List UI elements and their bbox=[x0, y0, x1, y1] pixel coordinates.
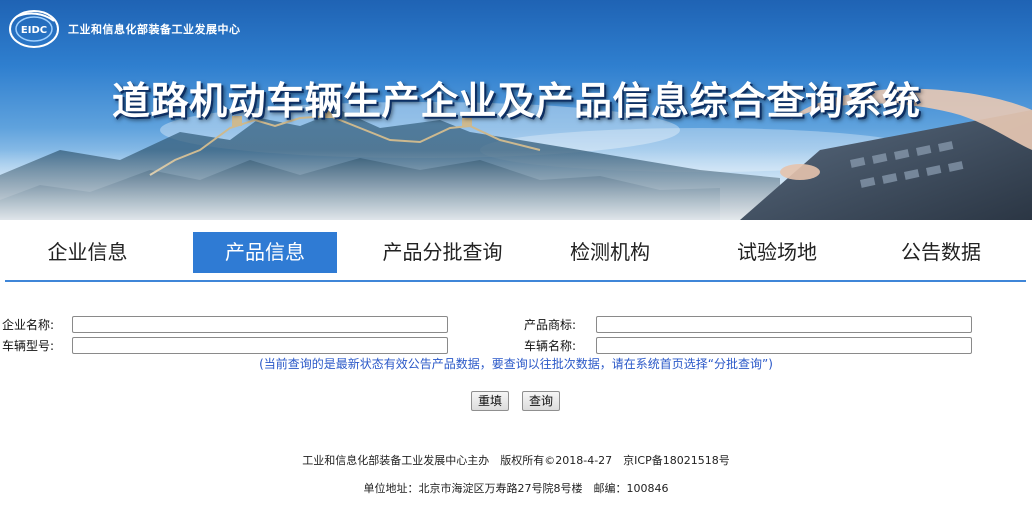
company-name-input[interactable] bbox=[72, 316, 448, 333]
page-title: 道路机动车辆生产企业及产品信息综合查询系统 bbox=[112, 79, 921, 123]
brand-label: 产品商标: bbox=[524, 318, 577, 332]
vehicle-name-input[interactable] bbox=[596, 337, 972, 354]
vehicle-name-label: 车辆名称: bbox=[524, 339, 577, 353]
logo-group: EIDC 工业和信息化部装备工业发展中心 bbox=[8, 9, 241, 49]
header-banner: EIDC 工业和信息化部装备工业发展中心 道路机动车辆生产企业及产品信息综合查询… bbox=[0, 0, 1032, 220]
nav-tab-announcement-data[interactable]: 公告数据 bbox=[876, 232, 1006, 272]
vehicle-model-input[interactable] bbox=[72, 337, 448, 354]
main-nav: 企业信息 产品信息 产品分批查询 检测机构 试验场地 公告数据 bbox=[0, 229, 1032, 275]
nav-tab-test-sites[interactable]: 试验场地 bbox=[712, 232, 842, 272]
nav-tab-product-info[interactable]: 产品信息 bbox=[193, 232, 337, 273]
vehicle-model-label: 车辆型号: bbox=[2, 339, 55, 353]
footer-copyright: 工业和信息化部装备工业发展中心主办 版权所有©2018-4-27 京ICP备18… bbox=[302, 454, 730, 467]
reset-button[interactable]: 重填 bbox=[471, 391, 510, 411]
search-button[interactable]: 查询 bbox=[522, 391, 561, 411]
nav-tab-company-info[interactable]: 企业信息 bbox=[20, 232, 155, 272]
nav-tab-test-institutions[interactable]: 检测机构 bbox=[545, 232, 675, 272]
org-name: 工业和信息化部装备工业发展中心 bbox=[68, 23, 241, 36]
logo-text: EIDC bbox=[21, 25, 47, 36]
company-name-label: 企业名称: bbox=[2, 318, 55, 332]
brand-input[interactable] bbox=[596, 316, 972, 333]
nav-divider bbox=[5, 280, 1026, 282]
eidc-logo-icon: EIDC bbox=[9, 10, 59, 48]
footer-address: 单位地址：北京市海淀区万寿路27号院8号楼 邮编：100846 bbox=[363, 482, 669, 495]
query-note: (当前查询的是最新状态有效公告产品数据，要查询以往批次数据，请在系统首页选择“分… bbox=[259, 357, 773, 371]
nav-tab-batch-query[interactable]: 产品分批查询 bbox=[370, 232, 515, 272]
